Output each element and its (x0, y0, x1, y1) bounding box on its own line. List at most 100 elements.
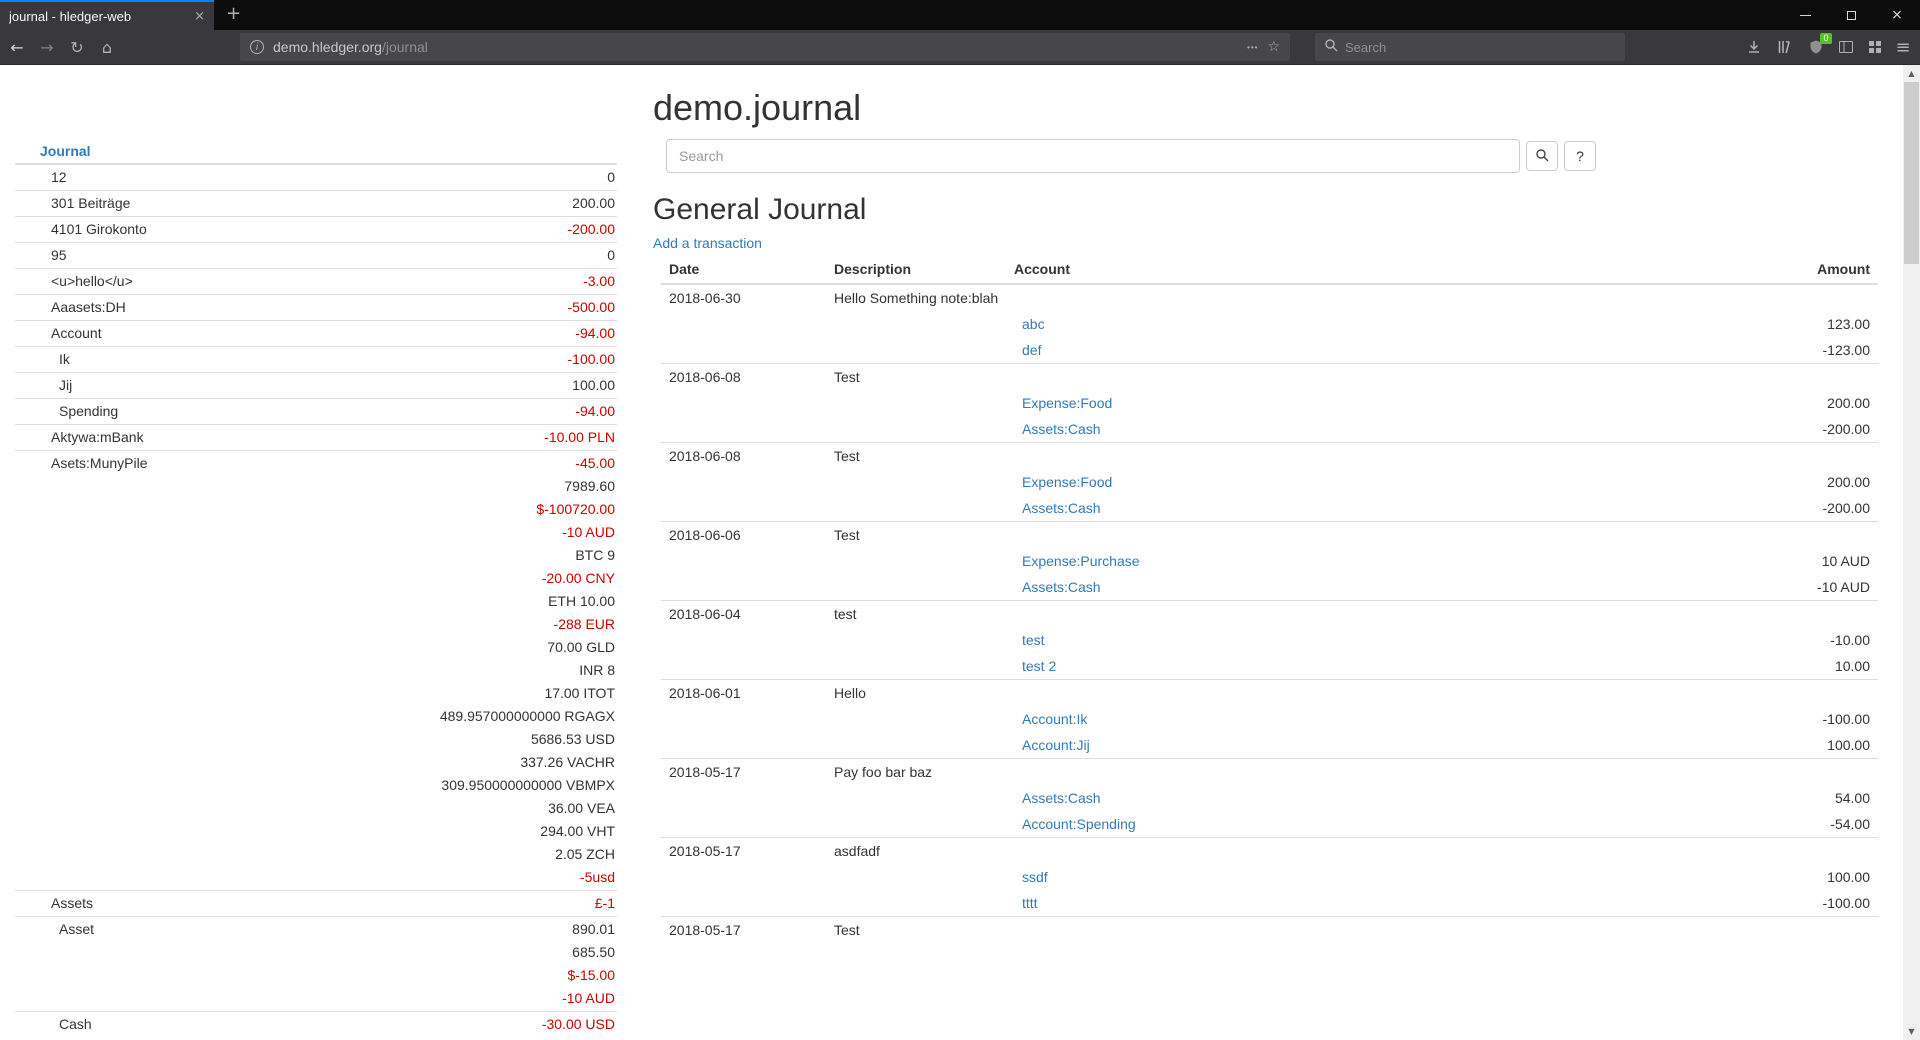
navigation-toolbar: ← → ↻ ⌂ i demo.hledger.org/journal ••• ☆… (0, 30, 1920, 65)
posting-account-link[interactable]: def (1022, 342, 1041, 358)
account-row: Spending -94.00 (15, 399, 617, 425)
search-submit-button[interactable] (1526, 141, 1558, 171)
journal-link[interactable]: Journal (40, 143, 91, 159)
posting-account-link[interactable]: test 2 (1022, 658, 1056, 674)
posting-account-link[interactable]: Assets:Cash (1022, 500, 1101, 516)
browser-tab[interactable]: journal - hledger-web × (0, 0, 214, 30)
account-link[interactable]: Aaasets:DH (51, 299, 126, 315)
site-info-icon[interactable]: i (250, 40, 264, 54)
account-balance: 0 (275, 244, 615, 267)
page-scrollbar[interactable]: ▲ ▼ (1903, 65, 1920, 1040)
account-link[interactable]: Asets:MunyPile (51, 455, 147, 471)
account-link[interactable]: 95 (51, 247, 67, 263)
sidebar-toggle-icon[interactable] (1832, 30, 1860, 64)
account-row: Aktywa:mBank -10.00 PLN (15, 425, 617, 451)
account-balance: -117.00 (275, 1036, 615, 1040)
scrollbar-up-arrow[interactable]: ▲ (1903, 65, 1920, 82)
account-link[interactable]: Cash (59, 1016, 92, 1032)
reload-icon[interactable]: ↻ (62, 30, 92, 64)
browser-search-field[interactable]: Search (1315, 33, 1625, 61)
page-content: Journal 12 0 301 Beiträge 200.00 4101 Gi… (0, 65, 1920, 1040)
tab-close-icon[interactable]: × (194, 10, 205, 23)
account-balance: 309.950000000000 VBMPX (275, 774, 615, 797)
posting-account-link[interactable]: Assets:Cash (1022, 421, 1101, 437)
transaction-date: 2018-06-30 (661, 284, 826, 311)
grid-apps-icon[interactable] (1861, 30, 1889, 64)
sidebar-heading: Journal (15, 139, 273, 164)
transaction-row: 2018-05-17 Pay foo bar baz (661, 759, 1878, 786)
posting-amount: -200.00 (1658, 495, 1878, 522)
search-help-button[interactable]: ? (1564, 141, 1596, 171)
account-balance: INR 8 (275, 659, 615, 682)
scrollbar-thumb[interactable] (1904, 82, 1919, 264)
posting-account-link[interactable]: Expense:Food (1022, 474, 1112, 490)
minimize-icon (1800, 15, 1811, 16)
posting-row: Assets:Cash -10 AUD (661, 574, 1878, 601)
account-balance: 294.00 VHT (275, 820, 615, 843)
minimize-button[interactable] (1782, 0, 1828, 30)
transaction-row: 2018-06-30 Hello Something note:blah (661, 284, 1878, 311)
account-link[interactable]: Jij (59, 377, 72, 393)
account-link[interactable]: Spending (59, 403, 118, 419)
account-balance: -500.00 (275, 296, 615, 319)
posting-account-link[interactable]: Expense:Purchase (1022, 553, 1140, 569)
account-balance: 685.50 (275, 941, 615, 964)
page-actions-icon[interactable]: ••• (1247, 43, 1258, 52)
account-link[interactable]: Aktywa:mBank (51, 429, 144, 445)
account-link[interactable]: Assets (51, 895, 93, 911)
transaction-date: 2018-05-17 (661, 917, 826, 944)
home-icon[interactable]: ⌂ (92, 30, 122, 64)
account-balance: ETH 10.00 (275, 590, 615, 613)
scrollbar-down-arrow[interactable]: ▼ (1903, 1023, 1920, 1040)
account-balance: $-15.00 (275, 964, 615, 987)
posting-amount: 100.00 (1658, 732, 1878, 759)
account-link[interactable]: 301 Beiträge (51, 195, 130, 211)
account-row: 301 Beiträge 200.00 (15, 191, 617, 217)
bookmark-star-icon[interactable]: ☆ (1267, 39, 1280, 55)
posting-account-link[interactable]: Account:Ik (1022, 711, 1087, 727)
downloads-icon[interactable] (1740, 30, 1768, 64)
posting-account-link[interactable]: tttt (1022, 895, 1038, 911)
posting-row: Account:Spending -54.00 (661, 811, 1878, 838)
menu-icon[interactable]: ≡ (1889, 30, 1917, 64)
browser-search-placeholder: Search (1345, 40, 1386, 55)
account-link[interactable]: 4101 Girokonto (51, 221, 147, 237)
account-link[interactable]: Account (51, 325, 102, 341)
search-magnifier-icon (1535, 148, 1549, 165)
account-balance: 17.00 ITOT (275, 682, 615, 705)
transaction-date: 2018-06-08 (661, 443, 826, 470)
posting-account-link[interactable]: ssdf (1022, 869, 1048, 885)
posting-amount: 10 AUD (1658, 548, 1878, 574)
forward-icon[interactable]: → (32, 30, 62, 64)
add-transaction-link[interactable]: Add a transaction (653, 235, 762, 251)
account-balance: -3.00 (275, 270, 615, 293)
posting-row: abc 123.00 (661, 311, 1878, 337)
back-icon[interactable]: ← (2, 30, 32, 64)
account-balance: 36.00 VEA (275, 797, 615, 820)
posting-row: Expense:Purchase 10 AUD (661, 548, 1878, 574)
posting-account-link[interactable]: abc (1022, 316, 1045, 332)
posting-account-link[interactable]: Account:Spending (1022, 816, 1136, 832)
new-tab-button[interactable]: + (214, 0, 253, 30)
posting-row: Expense:Food 200.00 (661, 469, 1878, 495)
account-balance: -5usd (275, 866, 615, 889)
address-bar[interactable]: i demo.hledger.org/journal ••• ☆ (240, 33, 1290, 61)
close-button[interactable]: × (1874, 0, 1920, 30)
posting-account-link[interactable]: Assets:Cash (1022, 579, 1101, 595)
adblock-extension-icon[interactable]: 0 (1802, 30, 1830, 64)
posting-amount: -10 AUD (1658, 574, 1878, 601)
posting-row: test -10.00 (661, 627, 1878, 653)
library-icon[interactable] (1770, 30, 1798, 64)
restore-button[interactable] (1828, 0, 1874, 30)
extension-badge: 0 (1820, 33, 1832, 44)
account-link[interactable]: Ik (59, 351, 70, 367)
journal-search-input[interactable] (666, 139, 1520, 173)
posting-account-link[interactable]: Account:Jij (1022, 737, 1090, 753)
posting-account-link[interactable]: Assets:Cash (1022, 790, 1101, 806)
account-link[interactable]: <u>hello</u> (51, 273, 133, 289)
posting-account-link[interactable]: test (1022, 632, 1045, 648)
posting-account-link[interactable]: Expense:Food (1022, 395, 1112, 411)
account-link[interactable]: Asset (59, 921, 94, 937)
column-date: Date (661, 255, 826, 284)
account-link[interactable]: 12 (51, 169, 67, 185)
